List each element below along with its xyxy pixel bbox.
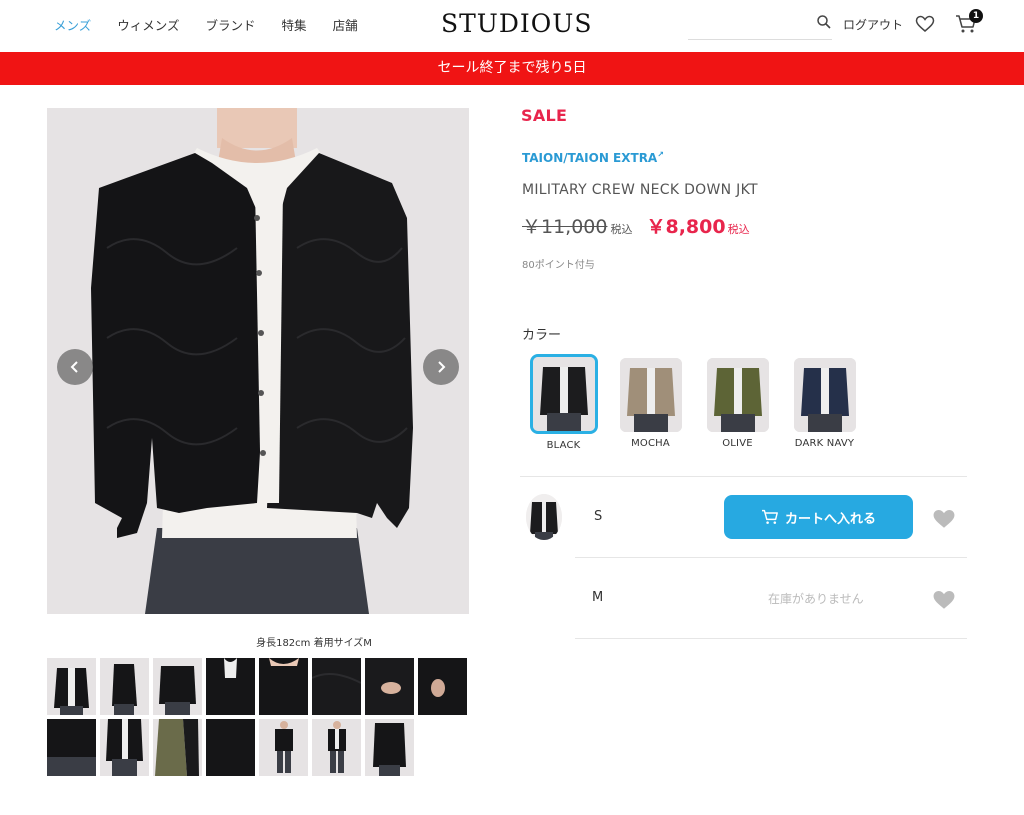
site-logo[interactable]: STUDIOUS	[441, 9, 592, 38]
heart-icon[interactable]	[915, 15, 935, 33]
divider	[575, 557, 967, 558]
thumbnail[interactable]	[100, 719, 149, 776]
nav-brand[interactable]: ブランド	[206, 15, 256, 34]
external-link-icon: ↗	[657, 150, 664, 159]
product-name: MILITARY CREW NECK DOWN JKT	[522, 182, 758, 198]
swatch-mocha[interactable]: MOCHA	[607, 354, 694, 451]
thumbnail[interactable]	[259, 658, 308, 715]
add-to-cart-button[interactable]: カートへ入れる	[724, 495, 913, 539]
size-label-m: M	[592, 590, 604, 605]
swatch-image	[706, 358, 769, 432]
sale-label: SALE	[521, 106, 568, 125]
sale-countdown-banner[interactable]: セール終了まで残り5日	[0, 52, 1024, 85]
main-nav: メンズ ウィメンズ ブランド 特集 店舗	[54, 15, 384, 34]
brand-link[interactable]: TAION/TAION EXTRA↗	[522, 150, 664, 165]
thumbnail[interactable]	[47, 658, 96, 715]
nav-feature[interactable]: 特集	[282, 15, 307, 34]
gallery-thumbnails	[47, 658, 471, 776]
tax-label: 税込	[727, 223, 750, 236]
thumbnail[interactable]	[365, 658, 414, 715]
thumbnail[interactable]	[418, 658, 467, 715]
divider	[520, 476, 967, 477]
thumbnail[interactable]	[312, 719, 361, 776]
cart-icon	[761, 509, 778, 524]
size-row-thumbnail	[526, 494, 562, 540]
thumbnail[interactable]	[206, 719, 255, 776]
color-label: カラー	[522, 328, 562, 343]
thumbnail[interactable]	[259, 719, 308, 776]
thumbnail[interactable]	[100, 658, 149, 715]
out-of-stock-text: 在庫がありません	[768, 592, 864, 606]
swatch-label: BLACK	[546, 440, 581, 451]
main-product-image[interactable]	[47, 108, 469, 614]
points-info: 80ポイント付与	[522, 260, 595, 271]
search-icon[interactable]	[816, 14, 832, 30]
size-label-s: S	[594, 509, 603, 524]
carousel-next-button[interactable]	[423, 349, 459, 385]
logout-link[interactable]: ログアウト	[843, 16, 903, 33]
swatch-dark-navy[interactable]: DARK NAVY	[781, 354, 868, 451]
price-row: ￥11,000 税込 ￥8,800 税込	[522, 212, 750, 239]
chevron-right-icon	[438, 361, 446, 373]
swatch-label: OLIVE	[722, 438, 753, 449]
thumbnail[interactable]	[206, 658, 255, 715]
search-input[interactable]	[688, 12, 832, 40]
swatch-label: DARK NAVY	[794, 438, 855, 449]
swatch-olive[interactable]: OLIVE	[694, 354, 781, 451]
cart-count-badge: 1	[969, 9, 983, 23]
sale-price: ￥8,800	[646, 216, 726, 238]
tax-label: 税込	[610, 223, 633, 236]
swatch-image	[619, 358, 682, 432]
chevron-left-icon	[70, 361, 78, 373]
brand-name: TAION/TAION EXTRA	[522, 151, 658, 165]
model-photo	[47, 108, 469, 614]
thumbnail[interactable]	[153, 658, 202, 715]
add-to-cart-label: カートへ入れる	[784, 511, 876, 527]
original-price: ￥11,000	[522, 216, 608, 238]
swatch-black[interactable]: BLACK	[520, 354, 607, 451]
model-size-caption: 身長182cm 着用サイズM	[256, 638, 372, 649]
thumbnail[interactable]	[47, 719, 96, 776]
nav-mens[interactable]: メンズ	[54, 15, 91, 34]
thumbnail[interactable]	[153, 719, 202, 776]
nav-store[interactable]: 店舗	[333, 15, 358, 34]
thumbnail[interactable]	[365, 719, 414, 776]
carousel-prev-button[interactable]	[57, 349, 93, 385]
swatch-image	[529, 354, 598, 434]
thumbnail[interactable]	[312, 658, 361, 715]
favorite-heart-icon[interactable]	[933, 590, 955, 610]
swatch-image	[793, 358, 856, 432]
favorite-heart-icon[interactable]	[933, 509, 955, 529]
color-swatches: BLACK MOCHA OLIVE DARK NAVY	[520, 354, 868, 451]
nav-womens[interactable]: ウィメンズ	[117, 15, 179, 34]
swatch-label: MOCHA	[631, 438, 670, 449]
divider	[575, 638, 967, 639]
site-header: メンズ ウィメンズ ブランド 特集 店舗 STUDIOUS ログアウト 1	[0, 0, 1024, 52]
